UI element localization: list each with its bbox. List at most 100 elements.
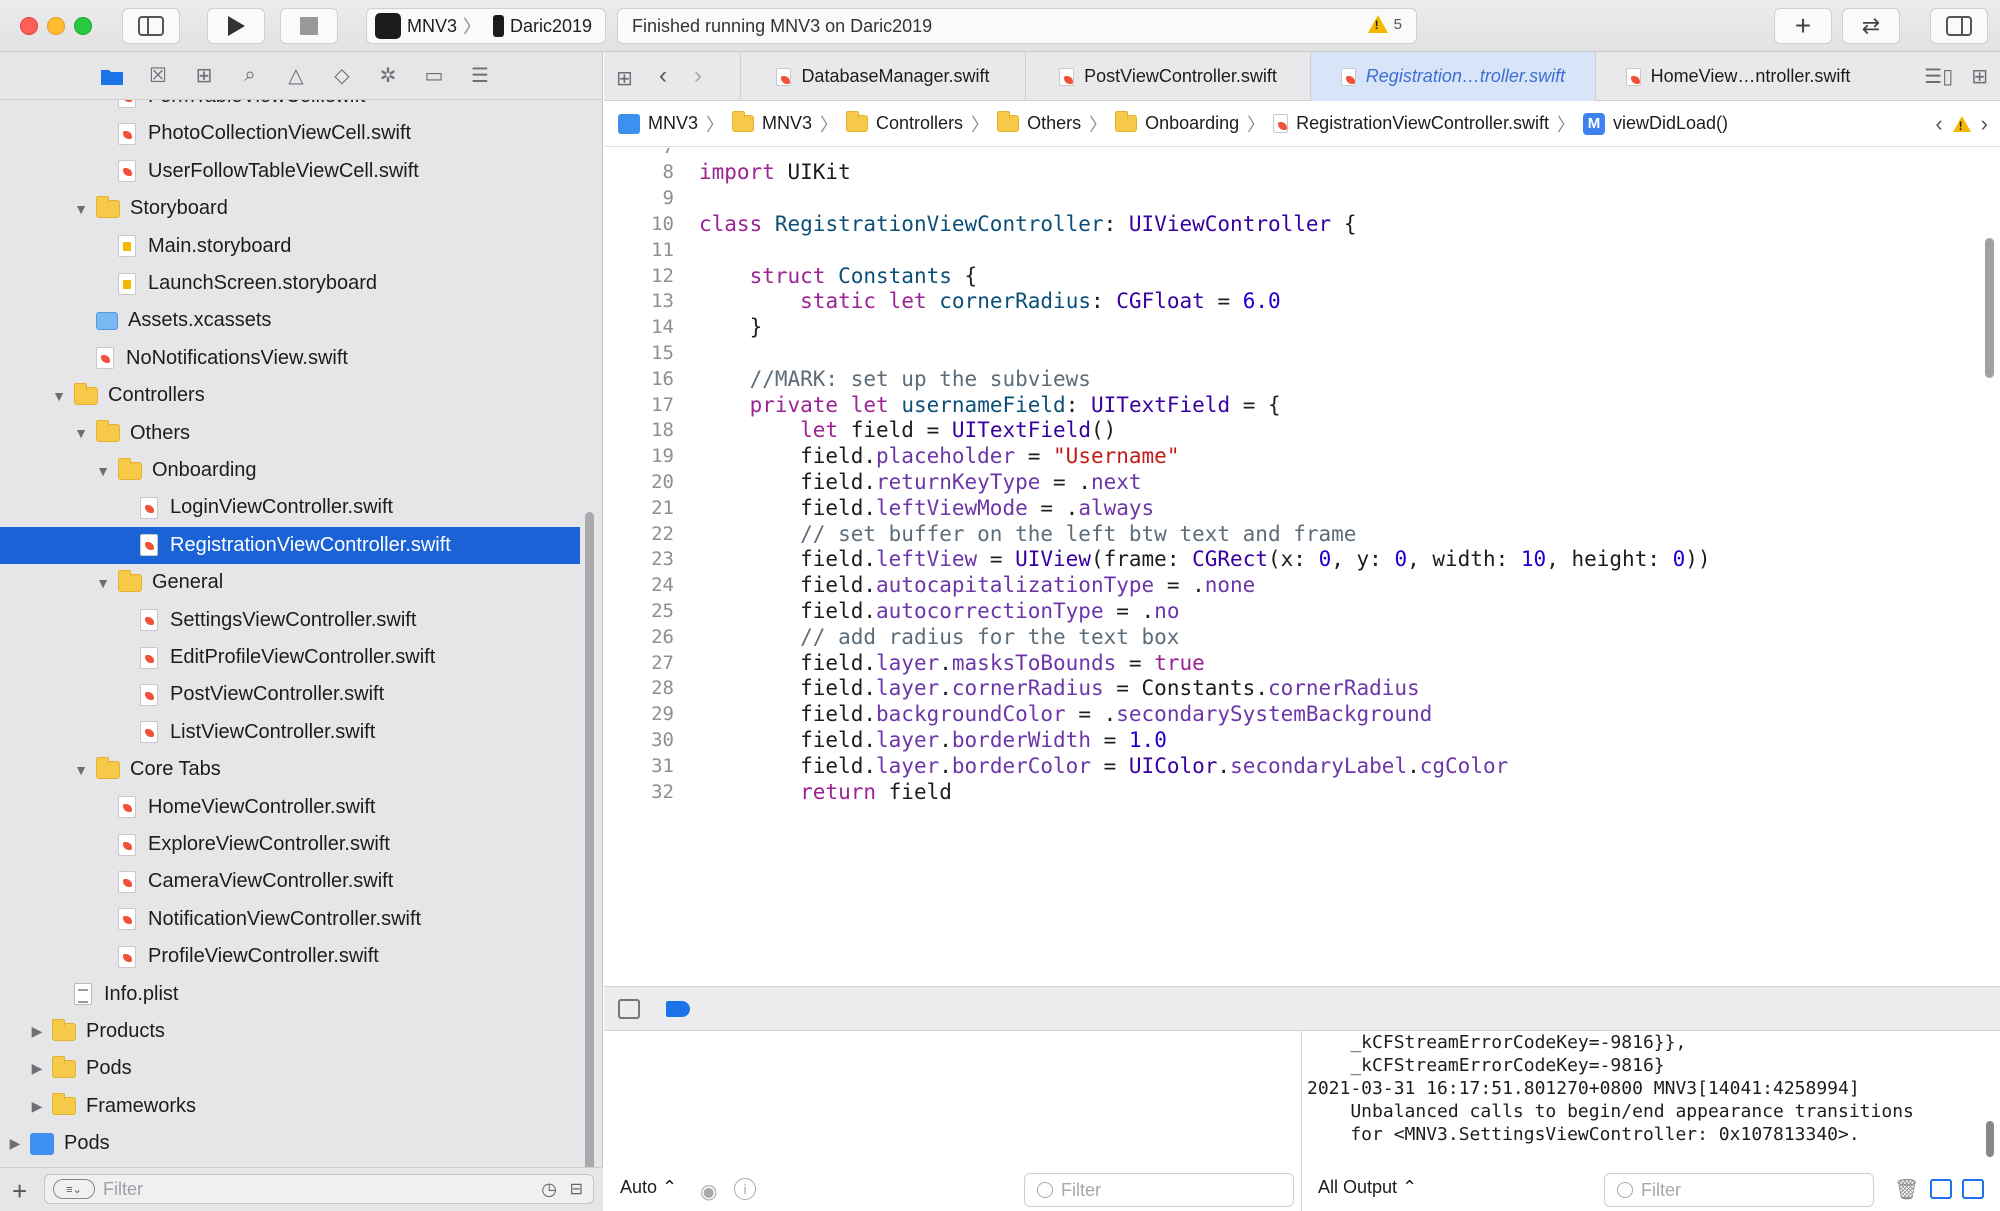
tree-file[interactable]: Info.plist [0, 976, 580, 1013]
source-control-filter-icon[interactable]: ⊟ [570, 1179, 583, 1199]
eye-icon[interactable]: ◉ [700, 1179, 717, 1204]
tree-group[interactable]: ▼ Core Tabs [0, 751, 580, 788]
tree-file[interactable]: LaunchScreen.storyboard [0, 265, 580, 302]
tree-group[interactable]: ▶ Products [0, 1013, 580, 1050]
variables-scope-selector[interactable]: Auto ⌃ [620, 1177, 677, 1198]
tree-file[interactable]: LoginViewController.swift [0, 489, 580, 526]
folder-icon[interactable] [100, 64, 124, 88]
tree-file[interactable]: UserFollowTableViewCell.swift [0, 153, 580, 190]
console-scrollbar[interactable] [1986, 1121, 1994, 1157]
console-filter-field[interactable]: Filter [1604, 1173, 1874, 1207]
tree-file[interactable]: EditProfileViewController.swift [0, 639, 580, 676]
breadcrumb-method[interactable]: M viewDidLoad() [1582, 112, 1728, 135]
disclosure-closed-icon[interactable]: ▶ [30, 1023, 44, 1040]
disclosure-open-icon[interactable]: ▼ [74, 201, 88, 217]
hierarchy-icon[interactable]: ⊞ [192, 64, 216, 88]
tree-file[interactable]: Main.storyboard [0, 228, 580, 265]
tab-registrationviewcontroller[interactable]: Registration…troller.swift [1310, 52, 1595, 101]
tree-group[interactable]: ▶ Pods [0, 1125, 580, 1162]
breadcrumb-project[interactable]: MNV3 [618, 113, 698, 134]
tree-group[interactable]: ▶ Pods [0, 1050, 580, 1087]
library-add-button[interactable]: + [1774, 8, 1832, 44]
disclosure-open-icon[interactable]: ▼ [96, 575, 110, 591]
tab-postviewcontroller[interactable]: PostViewController.swift [1025, 52, 1310, 101]
test-icon[interactable]: ◇ [330, 64, 354, 88]
forward-chevron-icon[interactable]: › [694, 62, 702, 90]
tree-group[interactable]: ▼ General [0, 564, 580, 601]
show-console-icon[interactable] [1962, 1179, 1984, 1199]
disclosure-closed-icon[interactable]: ▶ [30, 1098, 44, 1115]
disclosure-open-icon[interactable]: ▼ [52, 388, 66, 404]
tree-group[interactable]: ▼ Onboarding [0, 452, 580, 489]
warning-count-badge[interactable]: 5 [1367, 15, 1402, 33]
disclosure-open-icon[interactable]: ▼ [74, 762, 88, 778]
search-icon[interactable]: ⌕ [238, 64, 262, 88]
editor-options-icon[interactable]: ☰▯ [1924, 64, 1953, 89]
code-line[interactable]: 32 return field [604, 775, 1974, 808]
tree-file[interactable]: NoNotificationsView.swift [0, 340, 580, 377]
breakpoints-toggle-icon[interactable] [666, 1001, 690, 1017]
filter-options-icon[interactable]: ≡⌄ [53, 1179, 95, 1199]
tab-homeviewcontroller[interactable]: HomeView…ntroller.swift [1595, 52, 1880, 101]
disclosure-closed-icon[interactable]: ▶ [8, 1135, 22, 1152]
breadcrumb-onboarding[interactable]: Onboarding [1115, 111, 1239, 134]
close-window-button[interactable] [20, 17, 38, 35]
next-issue-icon[interactable]: › [1981, 111, 1988, 137]
breadcrumb-file[interactable]: RegistrationViewController.swift [1273, 113, 1549, 134]
tree-file[interactable]: FormTableViewCell.swift [0, 100, 580, 115]
tree-file[interactable]: PostViewController.swift [0, 676, 580, 713]
show-variables-icon[interactable] [1930, 1179, 1952, 1199]
zoom-window-button[interactable] [74, 17, 92, 35]
code-area[interactable]: 78import UIKit910class RegistrationViewC… [604, 148, 2000, 986]
run-button[interactable] [207, 8, 265, 44]
disclosure-open-icon[interactable]: ▼ [96, 463, 110, 479]
tree-file[interactable]: PhotoCollectionViewCell.swift [0, 115, 580, 152]
variables-filter-field[interactable]: Filter [1024, 1173, 1294, 1207]
debug-icon[interactable]: ✲ [376, 64, 400, 88]
warning-icon[interactable] [1952, 116, 1971, 133]
report-icon[interactable]: ☰ [468, 64, 492, 88]
tree-file[interactable]: SettingsViewController.swift [0, 602, 580, 639]
tree-file[interactable]: ExploreViewController.swift [0, 826, 580, 863]
tree-file[interactable]: Assets.xcassets [0, 302, 580, 339]
tree-file[interactable]: ProfileViewController.swift [0, 938, 580, 975]
breadcrumb-controllers[interactable]: Controllers [846, 111, 963, 134]
navigator-scrollbar[interactable] [585, 512, 594, 1211]
tree-file[interactable]: CameraViewController.swift [0, 863, 580, 900]
hide-debug-area-icon[interactable] [618, 999, 640, 1019]
console-output[interactable]: _kCFStreamErrorCodeKey=-9816}}, _kCFStre… [1307, 1031, 1987, 1146]
disclosure-open-icon[interactable]: ▼ [74, 425, 88, 441]
stop-button[interactable] [280, 8, 338, 44]
breadcrumb-others[interactable]: Others [997, 111, 1081, 134]
console-output-selector[interactable]: All Output ⌃ [1318, 1177, 1417, 1198]
tree-file[interactable]: ListViewController.swift [0, 714, 580, 751]
info-icon[interactable]: i [734, 1178, 756, 1200]
related-items-icon[interactable]: ⊞ [616, 66, 638, 90]
tree-file[interactable]: HomeViewController.swift [0, 789, 580, 826]
warning-icon[interactable]: △ [284, 64, 308, 88]
disclosure-closed-icon[interactable]: ▶ [30, 1060, 44, 1077]
tree-group[interactable]: ▼ Controllers [0, 377, 580, 414]
add-editor-icon[interactable]: ⊞ [1971, 64, 1988, 89]
tree-file[interactable]: RegistrationViewController.swift [0, 526, 580, 564]
breakpoint-icon[interactable]: ▭ [422, 64, 446, 88]
tab-databasemanager[interactable]: DatabaseManager.swift [740, 52, 1025, 101]
code-review-button[interactable]: ⇄ [1842, 8, 1900, 44]
back-chevron-icon[interactable]: ‹ [659, 62, 667, 90]
navigator-toggle-button[interactable] [122, 8, 180, 44]
inspector-toggle-button[interactable] [1930, 8, 1988, 44]
add-icon[interactable]: + [12, 1176, 27, 1207]
editor-scrollbar[interactable] [1985, 238, 1994, 378]
previous-issue-icon[interactable]: ‹ [1935, 111, 1942, 137]
tree-file[interactable]: NotificationViewController.swift [0, 901, 580, 938]
navigator-filter-field[interactable]: ≡⌄ Filter ◷ ⊟ [44, 1174, 594, 1204]
minimize-window-button[interactable] [47, 17, 65, 35]
scheme-selector[interactable]: MNV3 〉 Daric2019 [366, 8, 606, 44]
tree-group[interactable]: ▶ Frameworks [0, 1088, 580, 1125]
trash-icon[interactable]: 🗑 [1894, 1177, 1919, 1202]
source-control-icon[interactable]: ☒ [146, 64, 170, 88]
recent-files-icon[interactable]: ◷ [541, 1179, 557, 1200]
breadcrumb-group-mnv3[interactable]: MNV3 [732, 111, 812, 134]
tree-group[interactable]: ▼ Others [0, 415, 580, 452]
tree-group[interactable]: ▼ Storyboard [0, 190, 580, 227]
